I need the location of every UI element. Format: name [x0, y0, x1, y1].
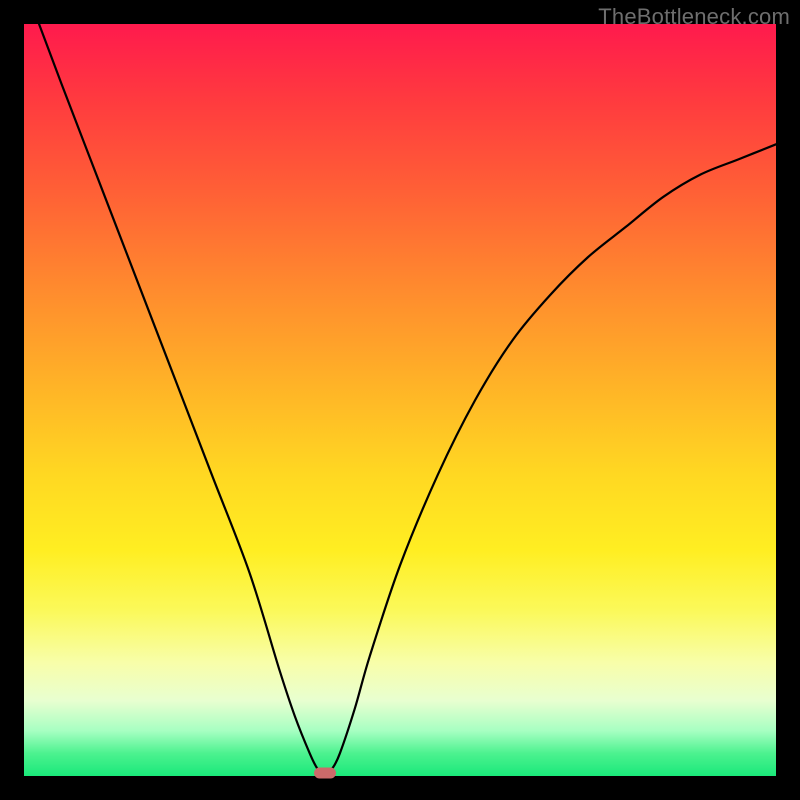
chart-container: TheBottleneck.com [0, 0, 800, 800]
bottleneck-curve [24, 24, 776, 776]
plot-area [24, 24, 776, 776]
optimum-marker [314, 768, 336, 779]
